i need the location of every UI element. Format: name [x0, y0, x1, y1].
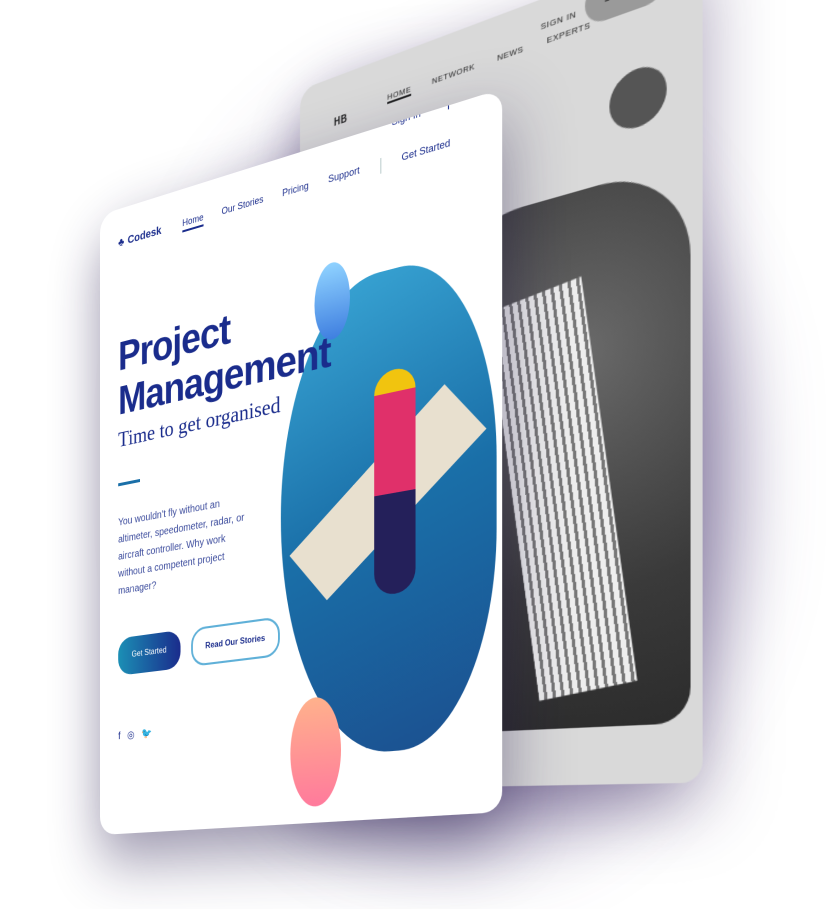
get-started-button[interactable]: Get Started — [118, 629, 181, 676]
nav-home[interactable]: Home — [182, 211, 204, 233]
accent-divider — [118, 478, 141, 487]
back-nav-home[interactable]: HOME — [387, 84, 412, 105]
front-page-card: ♣ Codesk Home Our Stories Pricing Support… — [100, 88, 503, 835]
back-nav-news[interactable]: NEWS — [497, 44, 524, 66]
back-sign-up-button[interactable]: SIGN UP — [584, 0, 667, 28]
hero-section: Project Management Time to get organised… — [118, 279, 331, 742]
instagram-icon[interactable]: ◎ — [127, 730, 134, 742]
logo-icon: ♣ — [118, 235, 125, 250]
codesk-logo[interactable]: ♣ Codesk — [118, 224, 161, 249]
person-illustration — [374, 364, 416, 597]
description: You wouldn't fly without an altimeter, s… — [118, 498, 245, 598]
mockup-stage: HB HOME NETWORK NEWS EXPERTS SIGN IN SIG… — [0, 0, 826, 909]
nav-pricing[interactable]: Pricing — [282, 180, 308, 203]
nav-our-stories[interactable]: Our Stories — [222, 194, 264, 221]
nav-support[interactable]: Support — [328, 164, 359, 189]
back-nav-network[interactable]: NETWORK — [432, 61, 475, 88]
nav-get-started[interactable]: Get Started — [402, 137, 451, 167]
logo-text: Codesk — [127, 224, 162, 247]
read-our-stories-button[interactable]: Read Our Stories — [191, 616, 281, 667]
tree-illustration — [609, 58, 667, 136]
back-logo: HB — [333, 113, 348, 130]
facebook-icon[interactable]: f — [118, 731, 120, 742]
nav-divider — [379, 157, 381, 174]
twitter-icon[interactable]: 🐦 — [141, 728, 152, 740]
